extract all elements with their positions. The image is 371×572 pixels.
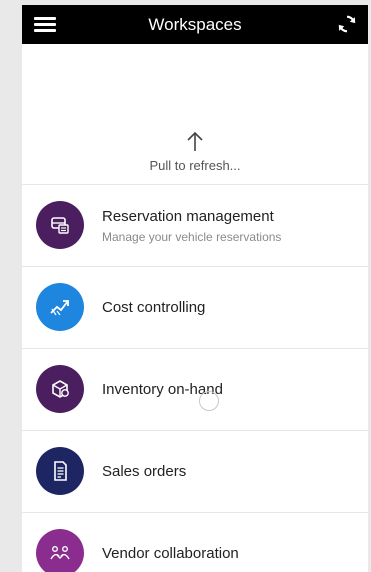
car-reservation-icon [51, 217, 69, 234]
workspace-icon-circle [36, 447, 84, 495]
workspace-icon-circle [36, 283, 84, 331]
arrow-up-icon [185, 130, 205, 152]
workspace-title: Inventory on-hand [102, 381, 223, 398]
pull-to-refresh-area: Pull to refresh... [22, 44, 368, 184]
workspace-item-reservation-management[interactable]: Reservation management Manage your vehic… [22, 184, 368, 266]
workspace-list: Reservation management Manage your vehic… [22, 184, 368, 572]
sales-document-icon [54, 461, 67, 481]
sync-icon[interactable] [336, 13, 358, 35]
workspace-item-inventory-on-hand[interactable]: Inventory on-hand [22, 348, 368, 430]
workspace-title: Vendor collaboration [102, 545, 239, 562]
workspace-title: Sales orders [102, 463, 187, 480]
cost-chart-icon [50, 300, 69, 316]
workspace-title: Reservation management [102, 207, 274, 225]
vendor-people-icon [50, 545, 70, 560]
workspace-item-sales-orders[interactable]: Sales orders [22, 430, 368, 512]
workspace-icon-circle [36, 201, 84, 249]
inventory-box-icon [52, 380, 69, 398]
workspace-title: Cost controlling [102, 299, 206, 316]
workspace-subtitle: Manage your vehicle reservations [102, 229, 282, 244]
app-frame: Workspaces Pull to refresh... Reservatio… [22, 5, 368, 572]
pull-to-refresh-label: Pull to refresh... [149, 158, 241, 173]
app-header: Workspaces [22, 5, 368, 44]
hamburger-menu-icon[interactable] [34, 17, 56, 33]
workspace-item-cost-controlling[interactable]: Cost controlling [22, 266, 368, 348]
workspace-icon-circle [36, 529, 84, 572]
workspace-item-vendor-collaboration[interactable]: Vendor collaboration [22, 512, 368, 572]
page-title: Workspaces [148, 15, 242, 34]
workspace-icon-circle [36, 365, 84, 413]
